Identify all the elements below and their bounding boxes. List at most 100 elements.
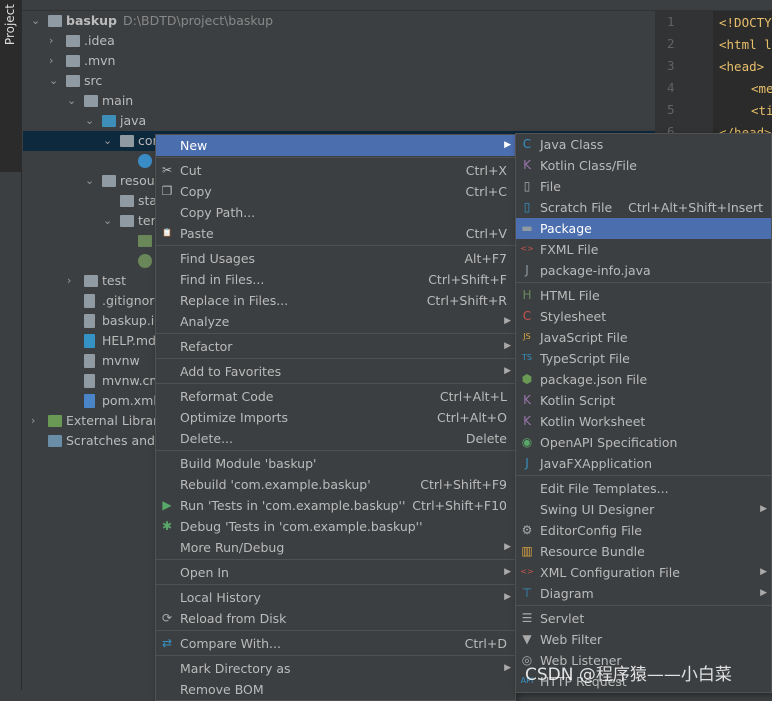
menu-item-fxml-file[interactable]: <> FXML File <box>516 239 771 260</box>
menu-item-package-json-file[interactable]: ⬢ package.json File <box>516 369 771 390</box>
code-line[interactable]: <html l <box>719 34 772 56</box>
code-line[interactable]: <head> <box>719 56 764 78</box>
menu-item-reload-from-disk[interactable]: ⟳ Reload from Disk <box>156 608 515 629</box>
tree-node[interactable]: ⌄ main <box>23 91 655 111</box>
tree-node[interactable]: ⌄ src <box>23 71 655 91</box>
chevron-down-icon[interactable]: ⌄ <box>85 111 97 131</box>
menu-item-typescript-file[interactable]: TS TypeScript File <box>516 348 771 369</box>
menu-item-mark-directory-as[interactable]: Mark Directory as ▶ <box>156 658 515 679</box>
menu-item-compare-with[interactable]: ⇄ Compare With... Ctrl+D <box>156 633 515 654</box>
menu-item-diagram[interactable]: ⊤ Diagram ▶ <box>516 583 771 604</box>
menu-item-label: Compare With... <box>180 636 281 651</box>
menu-item-debug-tests-in-com-example-baskup[interactable]: ✱ Debug 'Tests in 'com.example.baskup'' <box>156 516 515 537</box>
menu-item-kotlin-script[interactable]: K Kotlin Script <box>516 390 771 411</box>
project-tool-tab[interactable]: Project <box>0 0 22 172</box>
menu-item-swing-ui-designer[interactable]: Swing UI Designer ▶ <box>516 499 771 520</box>
menu-item-javascript-file[interactable]: JS JavaScript File <box>516 327 771 348</box>
project-header <box>22 0 655 11</box>
menu-item-kotlin-worksheet[interactable]: K Kotlin Worksheet <box>516 411 771 432</box>
editor-tabs[interactable] <box>655 0 772 11</box>
code-line[interactable]: <me <box>751 78 772 100</box>
nodejs-icon: ⬢ <box>521 372 533 386</box>
menu-item-optimize-imports[interactable]: Optimize Imports Ctrl+Alt+O <box>156 407 515 428</box>
code-line[interactable]: <ti <box>751 100 772 122</box>
menu-item-replace-in-files[interactable]: Replace in Files... Ctrl+Shift+R <box>156 290 515 311</box>
menu-item-servlet[interactable]: ☰ Servlet <box>516 608 771 629</box>
menu-item-java-class[interactable]: C Java Class <box>516 134 771 155</box>
menu-item-resource-bundle[interactable]: ▥ Resource Bundle <box>516 541 771 562</box>
menu-item-stylesheet[interactable]: C Stylesheet <box>516 306 771 327</box>
chevron-down-icon[interactable]: ⌄ <box>103 211 115 231</box>
chevron-down-icon[interactable]: ⌄ <box>49 71 61 91</box>
menu-item-reformat-code[interactable]: Reformat Code Ctrl+Alt+L <box>156 386 515 407</box>
folder-icon <box>102 175 116 187</box>
menu-item-add-to-favorites[interactable]: Add to Favorites ▶ <box>156 361 515 382</box>
scissors-icon: ✂ <box>161 163 173 177</box>
submenu-arrow-icon: ▶ <box>504 316 511 326</box>
menu-item-new[interactable]: New ▶ <box>156 135 515 156</box>
menu-item-copy-path[interactable]: Copy Path... <box>156 202 515 223</box>
menu-item-open-in[interactable]: Open In ▶ <box>156 562 515 583</box>
new-submenu[interactable]: C Java Class K Kotlin Class/File ▯ File ▯ Scrat… <box>515 133 772 693</box>
menu-item-scratch-file[interactable]: ▯ Scratch File Ctrl+Alt+Shift+Insert <box>516 197 771 218</box>
folder-icon <box>120 215 134 227</box>
menu-item-edit-file-templates[interactable]: Edit File Templates... <box>516 478 771 499</box>
tree-node[interactable]: › .idea <box>23 31 655 51</box>
menu-item-html-file[interactable]: H HTML File <box>516 285 771 306</box>
menu-item-copy[interactable]: ❐ Copy Ctrl+C <box>156 181 515 202</box>
chevron-right-icon[interactable]: › <box>67 271 79 291</box>
menu-item-javafxapplication[interactable]: J JavaFXApplication <box>516 453 771 474</box>
menu-item-build-module-baskup[interactable]: Build Module 'baskup' <box>156 453 515 474</box>
chevron-down-icon[interactable]: ⌄ <box>103 131 115 151</box>
menu-item-run-tests-in-com-example-baskup[interactable]: ▶ Run 'Tests in 'com.example.baskup'' Ctrl… <box>156 495 515 516</box>
menu-item-refactor[interactable]: Refactor ▶ <box>156 336 515 357</box>
menu-item-package-info-java[interactable]: Jpackage-info.java <box>516 260 771 281</box>
menu-item-delete[interactable]: Delete... Delete <box>156 428 515 449</box>
tree-node[interactable]: ⌄ baskup D:\BDTD\project\baskup <box>23 11 655 31</box>
chevron-right-icon[interactable]: › <box>31 411 43 431</box>
menu-item-label: Open In <box>180 565 229 580</box>
menu-item-xml-configuration-file[interactable]: <> XML Configuration File ▶ <box>516 562 771 583</box>
menu-item-package[interactable]: ▬ Package <box>516 218 771 239</box>
menu-item-label: Rebuild 'com.example.baskup' <box>180 477 371 492</box>
tree-node[interactable]: › .mvn <box>23 51 655 71</box>
menu-item-label: Servlet <box>540 611 585 626</box>
menu-item-label: Find Usages <box>180 251 256 266</box>
menu-item-editorconfig-file[interactable]: ⚙ EditorConfig File <box>516 520 771 541</box>
menu-item-cut[interactable]: ✂ Cut Ctrl+X <box>156 160 515 181</box>
menu-item-label: Replace in Files... <box>180 293 289 308</box>
menu-item-analyze[interactable]: Analyze ▶ <box>156 311 515 332</box>
menu-item-web-filter[interactable]: ▼ Web Filter <box>516 629 771 650</box>
chevron-down-icon[interactable]: ⌄ <box>67 91 79 111</box>
menu-item-file[interactable]: ▯ File <box>516 176 771 197</box>
menu-item-find-in-files[interactable]: Find in Files... Ctrl+Shift+F <box>156 269 515 290</box>
tree-node-label: mvnw <box>102 353 140 368</box>
menu-item-find-usages[interactable]: Find Usages Alt+F7 <box>156 248 515 269</box>
chevron-right-icon[interactable]: › <box>49 31 61 51</box>
menu-item-more-run-debug[interactable]: More Run/Debug ▶ <box>156 537 515 558</box>
menu-item-label: package-info.java <box>540 263 651 278</box>
chevron-down-icon[interactable]: ⌄ <box>85 171 97 191</box>
menu-item-kotlin-class-file[interactable]: K Kotlin Class/File <box>516 155 771 176</box>
menu-item-label: package.json File <box>540 372 648 387</box>
menu-item-openapi-specification[interactable]: ◉ OpenAPI Specification <box>516 432 771 453</box>
tree-node-label: HELP.md <box>102 333 156 348</box>
file-icon <box>84 374 95 388</box>
menu-item-label: OpenAPI Specification <box>540 435 678 450</box>
line-number: 1 <box>667 14 675 29</box>
code-line[interactable]: <!DOCTYPE <box>719 12 772 34</box>
context-menu[interactable]: New ▶ ✂ Cut Ctrl+X ❐ Copy Ctrl+C Copy Path... 📋 Pa… <box>155 134 516 701</box>
editor[interactable]: 123456 <!DOCTYPE<html l<head><me<ti</hea… <box>655 0 772 141</box>
tree-node[interactable]: ⌄ java <box>23 111 655 131</box>
menu-item-label: Kotlin Script <box>540 393 616 408</box>
menu-item-rebuild-com-example-baskup[interactable]: Rebuild 'com.example.baskup' Ctrl+Shift+F… <box>156 474 515 495</box>
shortcut-label: Ctrl+X <box>465 163 507 178</box>
menu-item-label: Debug 'Tests in 'com.example.baskup'' <box>180 519 423 534</box>
chevron-right-icon[interactable]: › <box>49 51 61 71</box>
chevron-down-icon[interactable]: ⌄ <box>31 11 43 31</box>
folder-icon <box>120 135 134 147</box>
folder-icon <box>66 75 80 87</box>
menu-item-local-history[interactable]: Local History ▶ <box>156 587 515 608</box>
menu-item-paste[interactable]: 📋 Paste Ctrl+V <box>156 223 515 244</box>
menu-item-label: Copy <box>180 184 212 199</box>
